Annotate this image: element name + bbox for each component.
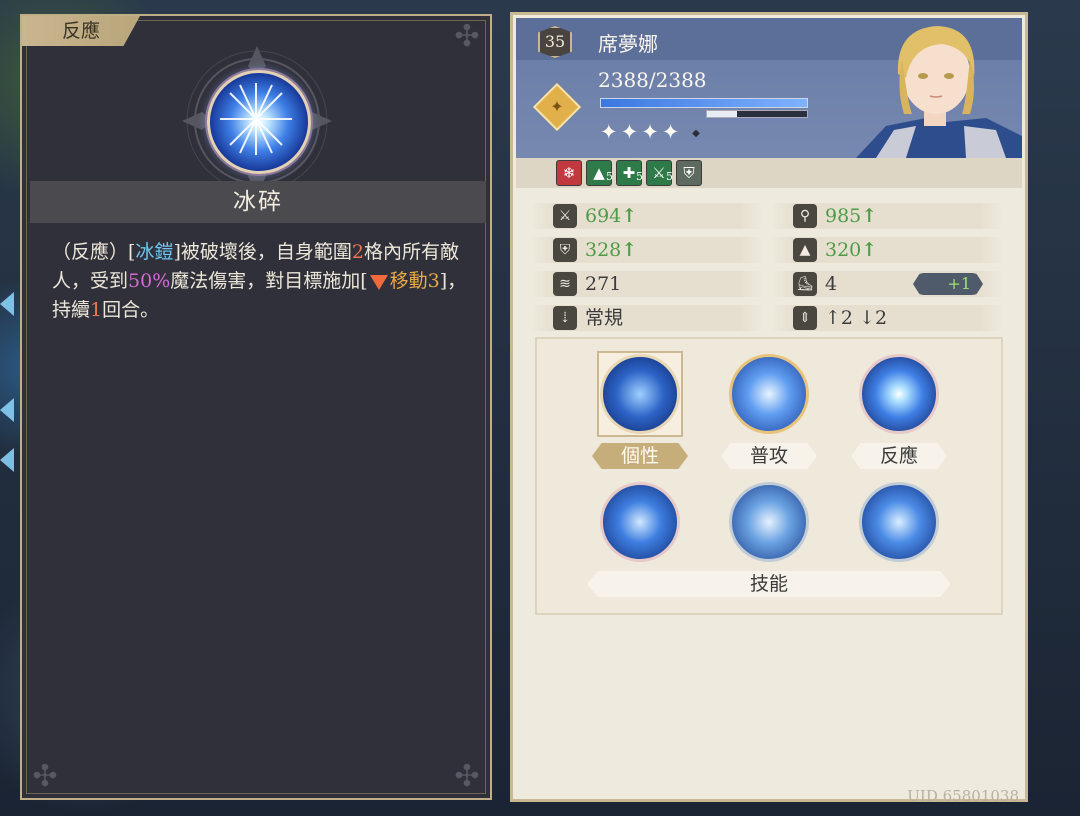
status-effects-bar: ❄ ▲ 5 ✚ 5 ⚔ 5 ⛨ (516, 158, 1022, 188)
map-arrow-indicator (0, 398, 14, 422)
trait-tab[interactable]: 個性 (592, 443, 688, 469)
character-info-panel: 35 席夢娜 ✦ 2388/2388 ✦✦✦✦ ◆ ❄ ▲ 5 ✚ 5 ⚔ 5 ⛨ ⚔ (510, 12, 1028, 805)
shield-icon: ⛨ (553, 238, 577, 262)
movement-bonus-badge: +1 (913, 273, 983, 295)
skill-category-tag: 反應 (22, 16, 140, 46)
skill-slot-2-icon[interactable] (729, 482, 809, 562)
level-badge: 35 (538, 26, 572, 58)
skills-section: 個性 普攻 反應 技能 (535, 337, 1003, 615)
debuff-keyword[interactable]: 移動3 (390, 270, 440, 292)
duration-value: 1 (90, 299, 103, 321)
stat-movement[interactable]: ⛸ 4 +1 (771, 271, 1003, 297)
stat-magic-attack[interactable]: ⚲ 985↑ (771, 203, 1003, 229)
boot-up-icon[interactable]: ▲ 5 (586, 160, 613, 186)
reaction-tab[interactable]: 反應 (851, 443, 947, 469)
wizard-hat-icon: ▲ (793, 238, 817, 262)
map-arrow-indicator (0, 292, 14, 316)
stat-height[interactable]: ⇕ ↑2 ↓2 (771, 305, 1003, 331)
skill-name: 冰碎 (30, 181, 486, 223)
compass-star-icon: ✦ (550, 97, 564, 116)
staff-icon: ⚲ (793, 204, 817, 228)
trait-skill-icon[interactable] (600, 354, 680, 434)
snowflake-icon[interactable]: ❄ (556, 160, 582, 186)
stat-defense[interactable]: ⛨ 328↑ (531, 237, 763, 263)
reaction-skill-icon[interactable] (859, 354, 939, 434)
boot-icon: ⛸ (793, 272, 817, 296)
shield-icon[interactable]: ⛨ (676, 160, 702, 186)
foot-step-icon: ⇣ (553, 306, 577, 330)
range-value: 2 (351, 241, 364, 263)
exp-bar (706, 110, 808, 118)
stat-attack[interactable]: ⚔ 694↑ (531, 203, 763, 229)
debuff-down-icon (369, 274, 388, 290)
sword-up-icon[interactable]: ⚔ 5 (646, 160, 673, 186)
stat-technique[interactable]: ≋ 271 (531, 271, 763, 297)
corner-ornament-icon: ✣ (32, 759, 58, 794)
stat-move-type[interactable]: ⇣ 常規 (531, 305, 763, 331)
ice-shatter-skill-icon (207, 70, 311, 174)
hp-bar (600, 98, 808, 108)
character-portrait[interactable] (846, 18, 1022, 158)
map-arrow-indicator (0, 448, 14, 472)
user-id: UID 65801038 (907, 787, 1019, 805)
wing-icon: ≋ (553, 272, 577, 296)
star-rating: ✦✦✦✦ ◆ (600, 120, 703, 144)
stat-magic-defense[interactable]: ▲ 320↑ (771, 237, 1003, 263)
skills-tab[interactable]: 技能 (587, 571, 951, 597)
character-header: 35 席夢娜 ✦ 2388/2388 ✦✦✦✦ ◆ (516, 18, 1022, 158)
character-name: 席夢娜 (598, 32, 658, 56)
height-icon: ⇕ (793, 306, 817, 330)
normal-attack-tab[interactable]: 普攻 (721, 443, 817, 469)
cross-up-icon[interactable]: ✚ 5 (616, 160, 643, 186)
normal-attack-skill-icon[interactable] (729, 354, 809, 434)
corner-ornament-icon: ✣ (454, 19, 480, 54)
ice-armor-keyword[interactable]: 冰鎧 (135, 241, 173, 263)
skill-slot-3-icon[interactable] (859, 482, 939, 562)
skill-slot-1-icon[interactable] (600, 482, 680, 562)
corner-ornament-icon: ✣ (454, 759, 480, 794)
skill-description: （反應）[冰鎧]被破壞後，自身範圍2格內所有敵人，受到50%魔法傷害，對目標施加… (52, 241, 467, 321)
damage-percent: 50% (128, 270, 171, 292)
sword-icon: ⚔ (553, 204, 577, 228)
hp-text: 2388/2388 (598, 68, 707, 92)
skill-detail-panel: 反應 ✣ ✣ ✣ 冰碎 （反應）[冰鎧]被破壞後，自身範圍2格內所有敵人，受到5… (20, 14, 492, 800)
